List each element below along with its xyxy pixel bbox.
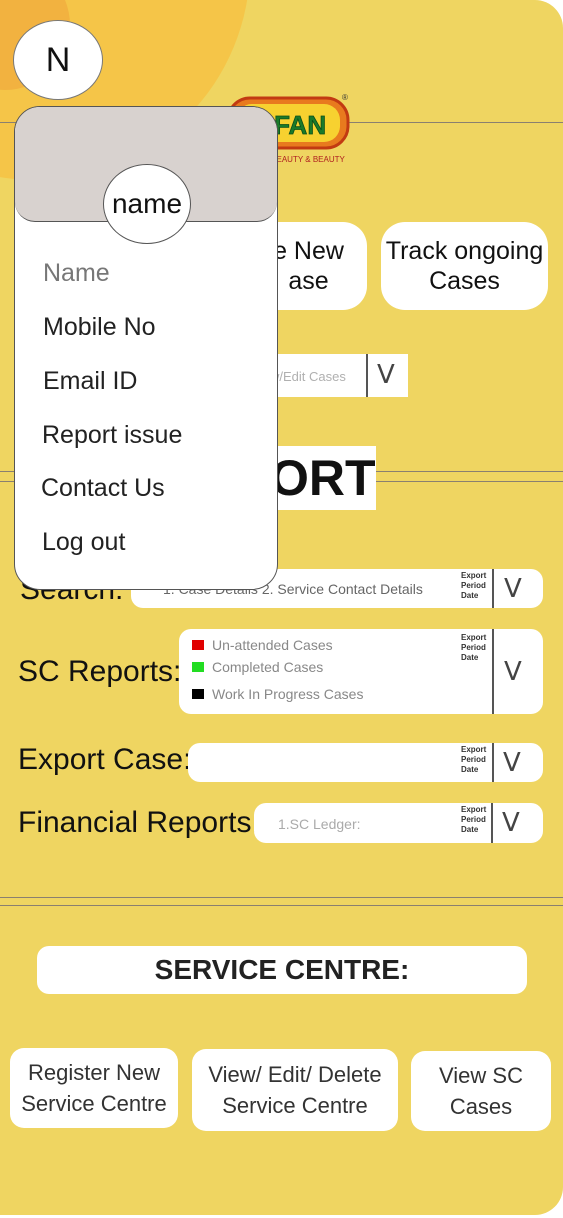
sc-reports-label: SC Reports: [18,655,182,688]
view-edit-delete-label: View/ Edit/ Delete Service Centre [208,1062,382,1118]
chevron-down-icon[interactable]: V [502,808,520,838]
view-edit-cases-dropdown[interactable]: w/Edit Cases V [262,354,408,397]
app-screen: OFAN BEAUTY & BEAUTY ® e New ase Track o… [0,0,563,1215]
menu-item-log-out[interactable]: Log out [42,528,125,557]
view-sc-cases-button[interactable]: View SC Cases [411,1051,551,1131]
user-avatar-button[interactable]: N [13,20,103,100]
create-new-case-label: e New ase [273,237,344,295]
menu-item-mobile-no[interactable]: Mobile No [43,313,156,342]
divider-sc-1 [0,897,563,898]
avatar-initial: N [45,40,71,79]
export-period-date-tag: Export Period Date [461,805,487,834]
menu-item-email-id[interactable]: Email ID [43,367,137,396]
register-service-centre-button[interactable]: Register New Service Centre [10,1048,178,1128]
profile-avatar[interactable]: name [103,164,191,244]
svg-text:®: ® [342,93,348,102]
financial-option: 1.SC Ledger: [278,816,361,832]
chevron-down-icon[interactable]: V [377,360,395,390]
black-swatch [192,689,204,699]
sc-reports-dropdown[interactable]: Un-attended Cases Completed Cases Work I… [179,629,543,714]
report-title: ORT [270,446,376,510]
legend-wip: Work In Progress Cases [192,686,363,702]
track-ongoing-cases-label: Track ongoing Cases [385,237,544,295]
divider-sc-2 [0,905,563,906]
red-swatch [192,640,204,650]
export-period-date-tag: Export Period Date [461,633,487,662]
export-period-date-tag: Export Period Date [461,745,487,774]
svg-text:BEAUTY & BEAUTY: BEAUTY & BEAUTY [271,155,345,164]
menu-item-name[interactable]: Name [43,259,110,288]
service-centre-title: SERVICE CENTRE: [37,946,527,994]
dropdown-separator [492,569,494,608]
view-edit-delete-service-centre-button[interactable]: View/ Edit/ Delete Service Centre [192,1049,398,1131]
dropdown-separator [492,743,494,782]
register-service-centre-label: Register New Service Centre [21,1060,167,1116]
chevron-down-icon[interactable]: V [504,574,522,604]
legend-unattended: Un-attended Cases [192,637,333,653]
legend-completed: Completed Cases [192,659,323,675]
financial-reports-dropdown[interactable]: 1.SC Ledger: Export Period Date V [254,803,543,843]
view-edit-cases-label: w/Edit Cases [270,369,346,384]
menu-item-report-issue[interactable]: Report issue [42,421,182,450]
financial-reports-label: Financial Reports: [18,806,260,839]
track-ongoing-cases-button[interactable]: Track ongoing Cases [381,222,548,310]
green-swatch [192,662,204,672]
profile-avatar-label: name [111,188,183,219]
export-case-dropdown[interactable]: Export Period Date V [188,743,543,782]
chevron-down-icon[interactable]: V [504,657,522,687]
profile-menu: name Name Mobile No Email ID Report issu… [14,106,278,590]
export-period-date-tag: Export Period Date [461,571,487,600]
view-sc-cases-label: View SC Cases [439,1063,523,1119]
dropdown-separator [366,354,368,397]
dropdown-separator [492,629,494,714]
menu-item-contact-us[interactable]: Contact Us [41,474,165,503]
chevron-down-icon[interactable]: V [503,748,521,778]
export-case-label: Export Case: [18,743,192,776]
dropdown-separator [491,803,493,843]
